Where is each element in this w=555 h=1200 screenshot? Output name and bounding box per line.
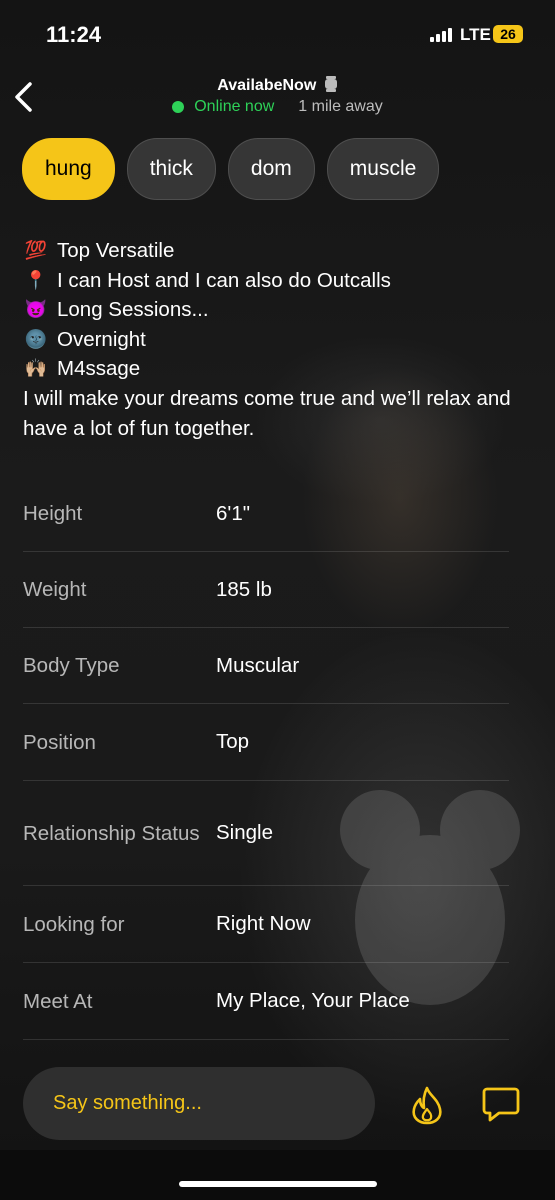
bio-line: 📍 I can Host and I can also do Outcalls: [23, 266, 538, 296]
detail-label: Relationship Status: [23, 821, 200, 845]
bio-line: 🙌🏼 M4ssage: [23, 354, 538, 384]
pin-icon: 📍: [24, 269, 48, 290]
detail-label: Meet At: [23, 989, 93, 1013]
bio-line: 💯 Top Versatile: [23, 236, 538, 266]
detail-label: Position: [23, 730, 96, 754]
flame-icon[interactable]: [408, 1085, 446, 1125]
message-compose: [23, 1067, 375, 1140]
profile-details: Height 6'1" Weight 185 lb Body Type Musc…: [23, 476, 509, 1040]
tag-chip[interactable]: thick: [126, 138, 216, 200]
bio-line: 😈 Long Sessions...: [23, 295, 538, 325]
detail-row: Looking for Right Now: [23, 886, 509, 963]
tag-chip[interactable]: dom: [227, 138, 315, 200]
network-label: LTE: [460, 25, 491, 44]
watch-icon: [324, 76, 337, 92]
distance-label: 1 mile away: [298, 98, 383, 115]
detail-row: Relationship Status Single: [23, 781, 509, 886]
profile-name: AvailabeNow: [0, 76, 555, 95]
detail-row: Height 6'1": [23, 476, 509, 552]
home-indicator[interactable]: [179, 1181, 377, 1187]
detail-row: Position Top: [23, 704, 509, 781]
detail-value: 185 lb: [216, 577, 272, 601]
bio-line: 🌚 Overnight: [23, 325, 538, 355]
bottom-bar: [0, 1150, 555, 1200]
clock: 11:24: [46, 22, 102, 47]
detail-value: Muscular: [216, 653, 300, 677]
online-dot-icon: [172, 101, 185, 113]
detail-value: My Place, Your Place: [216, 989, 410, 1012]
bio-paragraph: I will make your dreams come true and we…: [23, 386, 511, 440]
detail-value: Single: [216, 821, 273, 844]
detail-value: Right Now: [216, 912, 311, 935]
detail-label: Looking for: [23, 912, 125, 936]
detail-label: Height: [23, 502, 83, 525]
detail-row: Body Type Muscular: [23, 628, 509, 704]
presence-row: Online now 1 mile away: [0, 98, 555, 116]
moon-icon: 🌚: [24, 328, 48, 349]
tag-chip[interactable]: hung: [22, 138, 115, 200]
signal-icon: [430, 28, 452, 42]
tag-chip[interactable]: muscle: [326, 138, 440, 200]
battery-icon: 26: [493, 25, 523, 43]
tag-list: hung thick dom muscle: [22, 138, 440, 200]
message-input[interactable]: [23, 1067, 375, 1140]
detail-row: Meet At My Place, Your Place: [23, 963, 509, 1040]
raised-hands-icon: 🙌🏼: [24, 358, 48, 379]
hundred-icon: 💯: [24, 240, 48, 260]
detail-value: Top: [216, 730, 250, 753]
profile-bio: 💯 Top Versatile 📍 I can Host and I can als…: [23, 236, 538, 443]
detail-label: Weight: [23, 578, 87, 601]
detail-row: Weight 185 lb: [23, 552, 509, 628]
online-status: Online now: [194, 98, 275, 115]
detail-label: Body Type: [23, 654, 120, 677]
chat-bubble-icon[interactable]: [481, 1086, 521, 1124]
devil-icon: 😈: [24, 299, 48, 320]
status-bar: 11:24 LTE 26: [0, 0, 555, 66]
detail-value: 6'1": [216, 501, 250, 525]
